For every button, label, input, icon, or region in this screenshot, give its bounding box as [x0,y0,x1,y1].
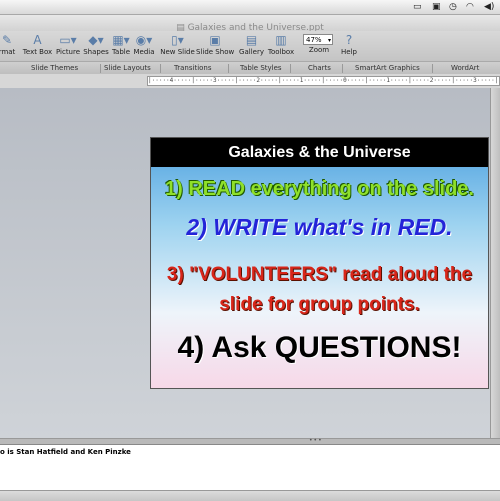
brush-icon: ✎ [1,33,13,47]
help-icon: ? [345,33,353,47]
tab-divider [342,64,343,73]
zoom-select[interactable]: 47% ▾ [303,34,333,45]
wifi-icon[interactable]: ◠ [466,2,474,12]
vertical-scrollbar[interactable] [490,88,500,438]
text-box-button[interactable]: A Text Box [21,33,54,61]
instruction-questions[interactable]: 4) Ask QUESTIONS! [151,331,488,365]
help-button[interactable]: ? Help [338,33,360,61]
chevron-down-icon: ▾ [327,37,331,44]
table-icon: ▦▾ [112,33,130,47]
volume-icon[interactable]: ◀) [484,2,494,12]
monitor-icon[interactable]: ▭ [413,2,422,12]
instruction-volunteers-line-2: slide for group points. [219,294,420,315]
table-button[interactable]: ▦▾ Table [110,33,132,61]
slide-show-icon: ▣ [209,33,221,47]
instruction-write[interactable]: 2) WRITE what's in RED. [151,214,488,241]
tab-divider [160,64,161,73]
notes-text[interactable]: o is Stan Hatfield and Ken Pinzke [0,448,131,457]
zoom-button[interactable]: Zoom [306,46,332,61]
instruction-volunteers-line-1: 3) "VOLUNTEERS" read aloud the [166,264,473,285]
text-box-icon: A [33,33,42,47]
slide-show-button[interactable]: ▣ Slide Show [196,33,234,61]
horizontal-ruler[interactable]: |·····4·····|·····3·····|·····2·····|···… [147,76,500,86]
slide[interactable]: Galaxies & the Universe 1) READ everythi… [150,137,489,389]
shapes-icon: ◆▾ [88,33,104,47]
instruction-read[interactable]: 1) READ everything on the slide. [151,178,488,201]
tab-divider [228,64,229,73]
toolbox-icon: ▥ [275,33,287,47]
display-icon[interactable]: ▣ [432,2,441,12]
format-button[interactable]: ✎ rmat [0,33,18,61]
shapes-button[interactable]: ◆▾ Shapes [82,33,110,61]
gallery-button[interactable]: ▤ Gallery [238,33,265,61]
notes-pane[interactable]: o is Stan Hatfield and Ken Pinzke [0,444,500,491]
new-slide-icon: ▯▾ [171,33,184,47]
status-bar [0,490,500,501]
instruction-volunteers[interactable]: 3) "VOLUNTEERS" read aloud the slide for… [151,260,488,320]
toolbox-button[interactable]: ▥ Toolbox [266,33,296,61]
new-slide-button[interactable]: ▯▾ New Slide [160,33,195,61]
slide-title[interactable]: Galaxies & the Universe [151,138,488,167]
tab-divider [100,64,101,73]
tab-divider [290,64,291,73]
clock-icon[interactable]: ◷ [449,2,457,12]
splitter-grip-icon[interactable]: ••• [309,438,323,444]
menu-bar: ▭ ▣ ◷ ◠ ◀) [0,0,500,15]
picture-icon: ▭▾ [59,33,77,47]
window-title-bar: ▤ Galaxies and the Universe.ppt [0,15,500,33]
tab-divider [432,64,433,73]
gallery-icon: ▤ [245,33,258,47]
toolbar: ✎ rmat A Text Box ▭▾ Picture ◆▾ Shapes ▦… [0,31,500,61]
media-button[interactable]: ◉▾ Media [132,33,156,61]
media-icon: ◉▾ [135,33,153,47]
picture-button[interactable]: ▭▾ Picture [55,33,81,61]
